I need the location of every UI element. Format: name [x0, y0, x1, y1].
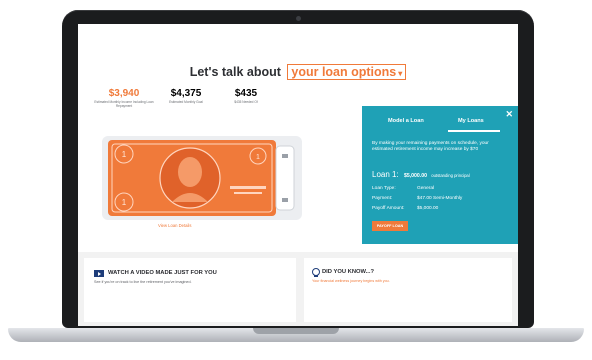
loan-row: Payoff Amount: $5,000.00 — [372, 206, 438, 211]
dollar-bill-icon: 1 1 1 — [102, 136, 302, 220]
loan-heading: Loan 1: $5,000.00 outstanding principal — [372, 170, 470, 179]
laptop-notch — [253, 328, 339, 334]
svg-text:1: 1 — [256, 154, 260, 161]
video-card[interactable]: WATCH A VIDEO MADE JUST FOR YOU See if y… — [84, 258, 296, 322]
svg-text:1: 1 — [122, 198, 127, 207]
active-tab-indicator — [448, 130, 500, 132]
did-you-know-title: DID YOU KNOW...? — [322, 269, 375, 275]
payoff-loan-button[interactable]: PAYOFF LOAN — [372, 221, 408, 231]
loan-row-value: General — [417, 186, 435, 191]
did-you-know-card[interactable]: DID YOU KNOW...? Your financial wellness… — [304, 258, 512, 322]
tab-my-loans[interactable]: My Loans — [458, 118, 484, 124]
loan-row: Loan Type: General — [372, 186, 434, 191]
did-you-know-subtitle: Your financial wellness journey begins w… — [312, 279, 390, 283]
loan-row: Payment: $47.00 Semi-Monthly — [372, 196, 462, 201]
stat-value: $4,375 — [170, 88, 202, 99]
loan-row-key: Loan Type: — [372, 186, 396, 191]
chevron-down-icon: ▾ — [398, 69, 403, 78]
loan-row-key: Payment: — [372, 196, 393, 201]
screen: Let's talk about your loan options ▾ $3,9… — [78, 24, 518, 326]
laptop-base — [8, 328, 584, 342]
loan-amount: $5,000.00 — [403, 173, 428, 179]
svg-text:1: 1 — [122, 150, 127, 159]
stat-label: Estimated Monthly Income Including Loan … — [94, 100, 154, 108]
page-title: Let's talk about your loan options ▾ — [78, 64, 518, 80]
loan-row-value: $47.00 Semi-Monthly — [417, 196, 463, 201]
loan-panel: ✕ Model a Loan My Loans By making your r… — [362, 106, 518, 244]
income-stats: $3,940 Estimated Monthly Income Includin… — [92, 88, 292, 128]
bottom-section: WATCH A VIDEO MADE JUST FOR YOU See if y… — [78, 252, 518, 326]
stat-goal: $4,375 Estimated Monthly Goal — [154, 88, 218, 104]
video-title: WATCH A VIDEO MADE JUST FOR YOU — [108, 270, 217, 276]
loan-options-label: your loan options — [291, 65, 397, 79]
lightbulb-icon — [312, 268, 320, 277]
stat-needed: $435 $435 Needed Of — [214, 88, 278, 104]
loan-row-value: $5,000.00 — [417, 206, 439, 211]
loan-title: Loan 1: — [372, 170, 399, 179]
stat-value: $3,940 — [108, 88, 140, 99]
play-icon — [94, 270, 104, 277]
view-loan-details-link[interactable]: View Loan Details — [158, 223, 278, 228]
panel-message: By making your remaining payments on sch… — [372, 141, 489, 153]
tab-model-a-loan[interactable]: Model a Loan — [388, 118, 424, 124]
loan-row-key: Payoff Amount: — [372, 206, 405, 211]
stat-label: $435 Needed Of — [234, 100, 258, 104]
stat-income: $3,940 Estimated Monthly Income Includin… — [92, 88, 156, 108]
title-prefix: Let's talk about — [189, 65, 281, 79]
loan-options-dropdown[interactable]: your loan options ▾ — [287, 64, 407, 80]
stat-value: $435 — [234, 88, 258, 99]
loan-amount-note: outstanding principal — [431, 173, 470, 178]
stat-label: Estimated Monthly Goal — [169, 100, 203, 104]
video-subtitle: See if you're on track to live the retir… — [94, 280, 192, 284]
camera-icon — [296, 16, 301, 21]
